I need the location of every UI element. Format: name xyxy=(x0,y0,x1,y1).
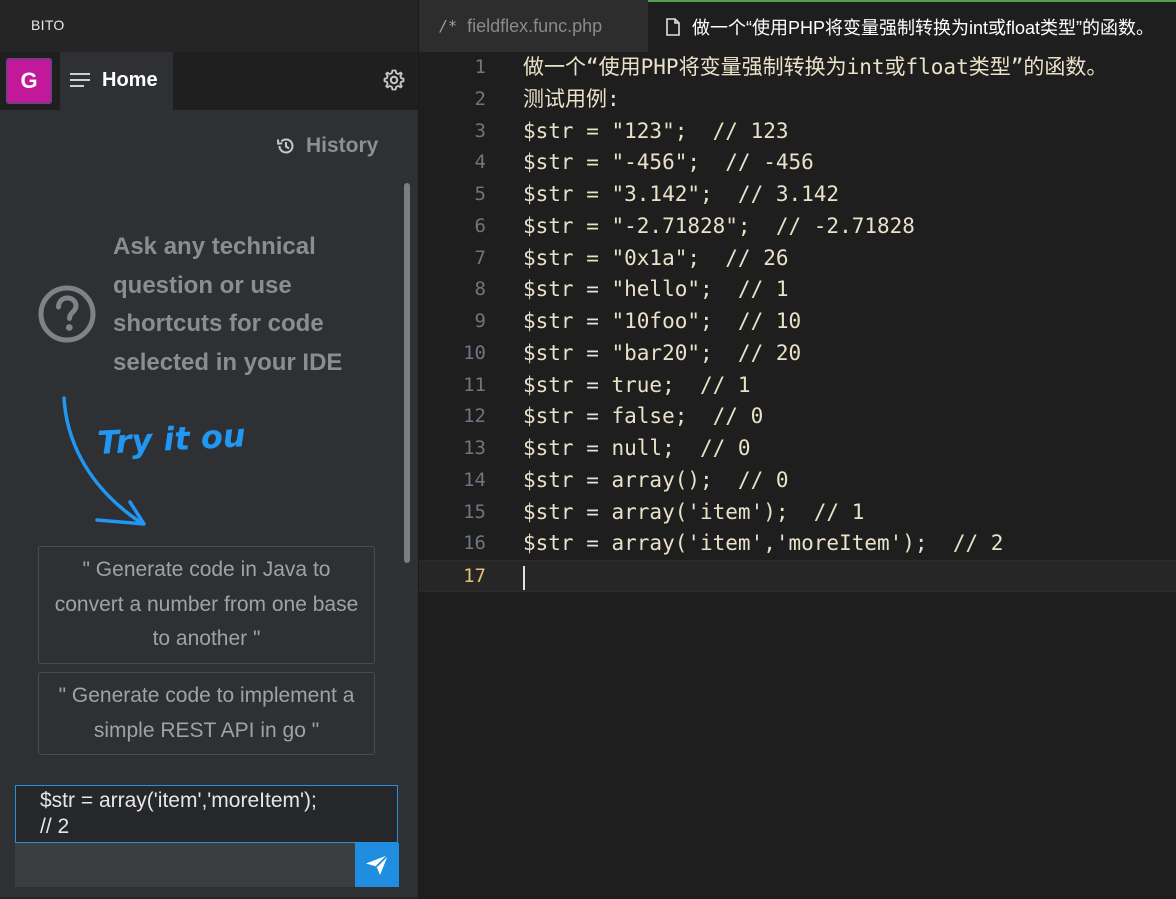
try-it-out-arrow: Try it out xyxy=(62,396,246,526)
line-number: 5 xyxy=(474,183,486,205)
line-text: $str = array('item','moreItem'); // 2 xyxy=(523,531,1004,556)
code-line[interactable]: 1 做一个“使用PHP将变量强制转换为int或float类型”的函数。 xyxy=(419,52,1176,84)
chat-input-text: $str = array('item','moreItem'); // 2 xyxy=(40,789,317,838)
line-text: $str = "-456"; // -456 xyxy=(523,150,814,175)
panel-title-bar: BITO xyxy=(0,0,418,52)
text-cursor xyxy=(523,566,525,590)
bito-panel: BITO G Home History Ask any technical qu… xyxy=(0,0,419,899)
line-text: $str = "bar20"; // 20 xyxy=(523,340,802,365)
code-line[interactable]: 10 $str = "bar20"; // 20 xyxy=(419,338,1176,370)
chat-input[interactable]: $str = array('item','moreItem'); // 2 xyxy=(15,785,398,843)
code-editor: /* fieldflex.func.php 做一个“使用PHP将变量强制转换为i… xyxy=(419,0,1176,899)
editor-tabs: /* fieldflex.func.php 做一个“使用PHP将变量强制转换为i… xyxy=(419,0,1176,52)
line-number: 1 xyxy=(474,56,486,78)
bito-body: G Home History Ask any technical questio… xyxy=(0,52,418,897)
line-number: 12 xyxy=(463,405,486,428)
code-line[interactable]: 3 $str = "123"; // 123 xyxy=(419,116,1176,148)
question-icon xyxy=(38,285,96,343)
line-number: 2 xyxy=(474,87,486,110)
code-line[interactable]: 9 $str = "10foo"; // 10 xyxy=(419,306,1176,338)
line-text: $str = "hello"; // 1 xyxy=(523,277,789,302)
gear-icon[interactable] xyxy=(382,68,406,92)
line-number: 15 xyxy=(463,500,486,523)
code-line[interactable]: 2 测试用例: xyxy=(419,84,1176,116)
line-number: 13 xyxy=(463,437,486,459)
avatar[interactable]: G xyxy=(6,58,52,104)
line-number: 4 xyxy=(474,151,486,174)
line-number: 3 xyxy=(474,119,486,142)
history-icon xyxy=(277,138,294,154)
line-text: $str = false; // 0 xyxy=(523,404,764,429)
line-number: 11 xyxy=(463,373,486,396)
tab-fieldflex[interactable]: /* fieldflex.func.php xyxy=(419,0,648,52)
line-text: $str = null; // 0 xyxy=(523,436,751,460)
tab-label: 做一个“使用PHP将变量强制转换为int或float类型”的函数。 xyxy=(692,18,1155,38)
comment-file-icon: /* xyxy=(439,17,458,35)
chat-input-footer[interactable] xyxy=(15,843,355,887)
line-number: 6 xyxy=(474,214,486,237)
line-text: $str = true; // 1 xyxy=(523,372,751,397)
file-icon xyxy=(666,18,680,36)
line-text: $str = array(); // 0 xyxy=(523,467,789,492)
ask-prompt-text: Ask any technical question or use shortc… xyxy=(113,233,343,376)
code-line[interactable]: 15 $str = array('item'); // 1 xyxy=(419,497,1176,529)
code-line[interactable]: 16 $str = array('item','moreItem'); // 2 xyxy=(419,528,1176,560)
code-area[interactable]: 1 做一个“使用PHP将变量强制转换为int或float类型”的函数。 2 测试用例:… xyxy=(419,52,1176,592)
line-number: 16 xyxy=(463,532,486,555)
send-button[interactable] xyxy=(355,843,399,887)
panel-title: BITO xyxy=(31,17,65,33)
line-number: 10 xyxy=(463,341,486,364)
suggestion-card[interactable]: " Generate code to implement a simple RE… xyxy=(38,672,375,755)
line-number: 9 xyxy=(474,310,486,332)
code-line[interactable]: 5 $str = "3.142"; // 3.142 xyxy=(419,179,1176,211)
code-line[interactable]: 8 $str = "hello"; // 1 xyxy=(419,274,1176,306)
menu-icon xyxy=(70,73,90,87)
suggestion-card[interactable]: " Generate code in Java to convert a num… xyxy=(38,546,375,664)
line-number: 7 xyxy=(474,246,486,269)
line-text: $str = "10foo"; // 10 xyxy=(523,309,802,333)
tab-label: fieldflex.func.php xyxy=(467,15,603,36)
code-line[interactable]: 12 $str = false; // 0 xyxy=(419,401,1176,433)
code-line[interactable]: 11 $str = true; // 1 xyxy=(419,370,1176,402)
line-text: 测试用例: xyxy=(523,86,620,111)
line-text: $str = "-2.71828"; // -2.71828 xyxy=(523,213,915,238)
line-text: $str = "3.142"; // 3.142 xyxy=(523,182,840,206)
code-line[interactable]: 14 $str = array(); // 0 xyxy=(419,465,1176,497)
home-tab[interactable]: Home xyxy=(60,52,173,110)
line-number: 14 xyxy=(463,468,486,491)
line-text: $str = array('item'); // 1 xyxy=(523,499,865,524)
home-bar: G Home xyxy=(0,52,418,110)
scrollbar[interactable] xyxy=(404,183,410,563)
history-button[interactable]: History xyxy=(276,132,378,160)
code-line[interactable]: 6 $str = "-2.71828"; // -2.71828 xyxy=(419,211,1176,243)
code-line[interactable]: 7 $str = "0x1a"; // 26 xyxy=(419,243,1176,275)
home-label: Home xyxy=(102,69,158,91)
code-line[interactable]: 4 $str = "-456"; // -456 xyxy=(419,147,1176,179)
code-line[interactable]: 17 xyxy=(419,560,1176,592)
tab-active-file[interactable]: 做一个“使用PHP将变量强制转换为int或float类型”的函数。 xyxy=(648,0,1176,52)
line-number: 17 xyxy=(463,565,486,587)
send-icon xyxy=(366,854,389,875)
history-label: History xyxy=(306,134,379,157)
line-text: $str = "0x1a"; // 26 xyxy=(523,245,789,270)
try-it-out-label: Try it out xyxy=(96,415,246,462)
code-line[interactable]: 13 $str = null; // 0 xyxy=(419,433,1176,465)
line-number: 8 xyxy=(474,278,486,301)
line-text: 做一个“使用PHP将变量强制转换为int或float类型”的函数。 xyxy=(523,55,1108,79)
line-text: $str = "123"; // 123 xyxy=(523,118,789,143)
